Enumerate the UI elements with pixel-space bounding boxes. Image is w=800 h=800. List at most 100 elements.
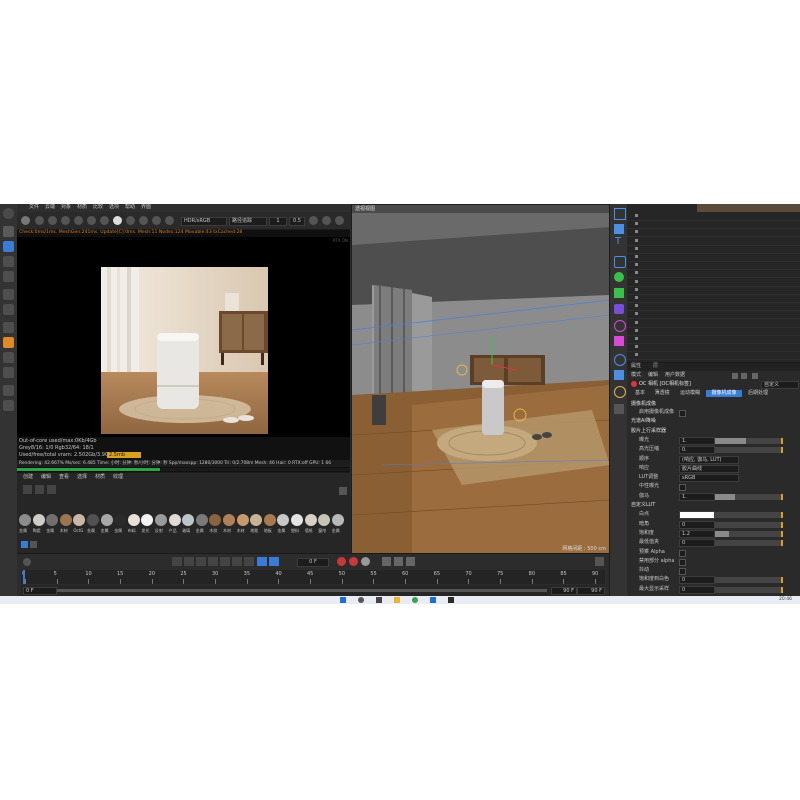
max-frame-field[interactable]: 90 F xyxy=(577,587,605,595)
render-grid-icon[interactable] xyxy=(165,216,174,225)
workplane-tool-icon[interactable] xyxy=(3,400,14,411)
attr-slider-track[interactable] xyxy=(715,437,783,444)
material-swatch[interactable] xyxy=(59,514,72,526)
sculpt-icon[interactable] xyxy=(614,404,624,414)
cube-icon[interactable] xyxy=(614,208,626,220)
attr-menu-item-1[interactable]: 编辑 xyxy=(648,372,658,379)
material-menu-item-1[interactable]: 编辑 xyxy=(41,474,51,481)
play-icon[interactable] xyxy=(208,557,218,566)
move-tool-icon[interactable] xyxy=(3,241,14,252)
select-tool-icon[interactable] xyxy=(3,226,14,237)
record-icon[interactable] xyxy=(337,557,346,566)
attr-checkbox[interactable] xyxy=(679,549,686,557)
visibility-dot-icon[interactable] xyxy=(635,287,638,291)
attr-checkbox[interactable] xyxy=(679,410,686,417)
attr-value-field[interactable]: (响应, 伽马, LUT) xyxy=(679,455,739,464)
next-key-icon[interactable] xyxy=(232,557,242,566)
key-scale-icon[interactable] xyxy=(406,557,415,566)
material-filter-icon[interactable] xyxy=(35,485,44,494)
next-frame-icon[interactable] xyxy=(220,557,230,566)
search-icon[interactable] xyxy=(752,373,758,379)
material-menu-item-2[interactable]: 查看 xyxy=(59,474,69,481)
render-picker-icon[interactable] xyxy=(100,216,109,225)
render-menu-item-0[interactable]: 文件 xyxy=(29,204,39,211)
render-lock-icon[interactable] xyxy=(74,216,83,225)
material-swatch[interactable] xyxy=(277,514,290,526)
render-menu-item-2[interactable]: 对象 xyxy=(61,204,71,211)
cinema4d-taskbar-icon[interactable] xyxy=(448,597,454,603)
visibility-dot-icon[interactable] xyxy=(635,214,638,217)
material-swatch[interactable] xyxy=(127,514,140,526)
tab-layers[interactable]: 层 xyxy=(653,363,658,370)
render-fit-icon[interactable] xyxy=(309,216,318,225)
visibility-dot-icon[interactable] xyxy=(635,320,638,324)
material-swatch[interactable] xyxy=(19,514,31,526)
current-frame-field[interactable]: 0 F xyxy=(297,558,329,567)
render-canvas[interactable]: RTX ON xyxy=(17,237,350,437)
material-swatch[interactable] xyxy=(250,514,263,526)
material-trash-icon[interactable] xyxy=(339,487,347,495)
visibility-dot-icon[interactable] xyxy=(635,246,638,250)
render-pause-icon[interactable] xyxy=(61,216,70,225)
render-menu-item-5[interactable]: 选项 xyxy=(109,204,119,211)
render-settings-icon[interactable] xyxy=(152,216,161,225)
visibility-dot-icon[interactable] xyxy=(635,279,638,283)
material-swatch[interactable] xyxy=(155,514,167,526)
material-swatch[interactable] xyxy=(263,514,276,526)
app-icon-1[interactable] xyxy=(430,597,436,603)
render-menu-item-3[interactable]: 材质 xyxy=(77,204,87,211)
attr-value-field[interactable]: 0 xyxy=(679,585,715,594)
loop-icon[interactable] xyxy=(257,557,267,566)
material-swatch[interactable] xyxy=(141,514,154,526)
autokey-icon[interactable] xyxy=(349,557,358,566)
attr-checkbox[interactable] xyxy=(679,484,686,492)
attr-slider-track[interactable] xyxy=(715,577,783,584)
file-explorer-icon[interactable] xyxy=(394,597,400,603)
material-options-icon[interactable] xyxy=(47,485,56,494)
prev-frame-icon[interactable] xyxy=(196,557,206,566)
attr-slider-track[interactable] xyxy=(715,521,783,528)
attr-slider-track[interactable] xyxy=(715,530,783,537)
attr-value-field[interactable]: 0. xyxy=(679,446,715,455)
material-swatch[interactable] xyxy=(304,514,317,526)
visibility-dot-icon[interactable] xyxy=(635,271,638,275)
knife-tool-icon[interactable] xyxy=(3,367,14,378)
render-save-icon[interactable] xyxy=(335,216,344,225)
end-frame-field[interactable]: 90 F xyxy=(551,587,577,595)
magnet-tool-icon[interactable] xyxy=(3,385,14,396)
task-view-icon[interactable] xyxy=(376,597,382,603)
attr-slider-track[interactable] xyxy=(715,493,783,500)
up-arrow-icon[interactable] xyxy=(741,373,747,379)
visibility-dot-icon[interactable] xyxy=(635,230,638,234)
attr-menu-item-2[interactable]: 用户数据 xyxy=(665,372,685,379)
list-view-icon[interactable] xyxy=(30,541,37,548)
attr-value-field[interactable]: 1.2 xyxy=(679,529,715,538)
visibility-dot-icon[interactable] xyxy=(635,345,638,349)
attr-tab-0[interactable]: 基本 xyxy=(631,390,649,397)
primitive-icon[interactable] xyxy=(614,224,624,234)
zoom-field[interactable]: 0.5 xyxy=(289,217,305,226)
keyframe-icon[interactable] xyxy=(361,557,370,566)
attr-menu-item-0[interactable]: 模式 xyxy=(631,372,641,379)
key-rotation-icon[interactable] xyxy=(394,557,403,566)
attr-slider-track[interactable] xyxy=(715,447,783,454)
visibility-dot-icon[interactable] xyxy=(635,255,638,258)
spline-icon[interactable] xyxy=(614,256,626,268)
timeline-ruler[interactable]: 051015202530354045505560657075808590 xyxy=(21,570,605,584)
attr-checkbox[interactable] xyxy=(679,558,686,566)
render-region-icon[interactable] xyxy=(87,216,96,225)
material-menu-item-5[interactable]: 纹理 xyxy=(113,474,123,481)
snap-tool-icon[interactable] xyxy=(3,304,14,315)
grid-view-icon[interactable] xyxy=(21,541,28,548)
preset-select[interactable]: 自定义 xyxy=(761,381,799,389)
attr-slider-track[interactable] xyxy=(715,540,783,547)
material-swatch[interactable] xyxy=(291,514,303,526)
visibility-dot-icon[interactable] xyxy=(635,328,638,332)
attr-tab-4[interactable]: 后期处理 xyxy=(743,390,773,397)
material-swatch[interactable] xyxy=(114,514,127,526)
render-reset-icon[interactable] xyxy=(35,216,44,225)
attr-slider-track[interactable] xyxy=(715,512,783,519)
transform-tool-icon[interactable] xyxy=(3,289,14,300)
browser-icon[interactable] xyxy=(412,597,418,603)
perspective-viewport[interactable]: 透视视图 网格间距 : 500 cm xyxy=(351,204,611,555)
